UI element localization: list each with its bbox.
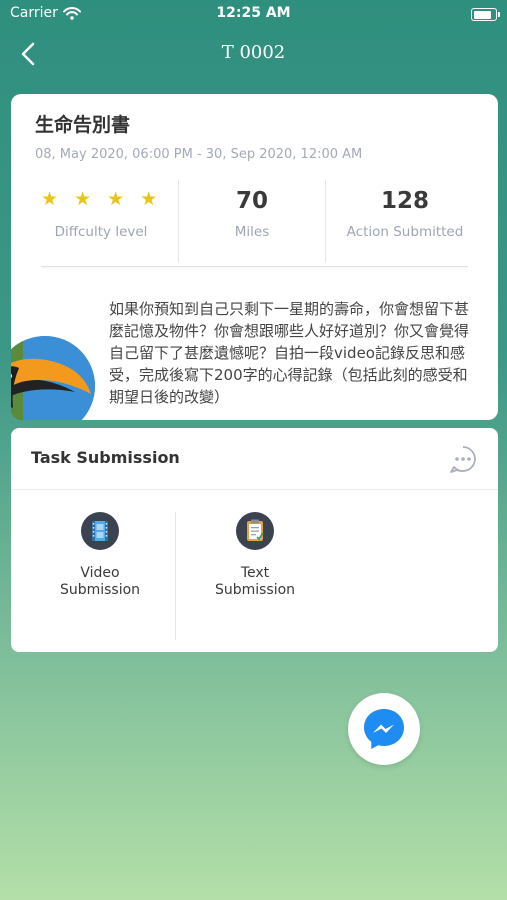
action-submitted-stat: 128 Action Submitted [327, 180, 483, 262]
difficulty-stars: ★ ★ ★ ★ [41, 188, 163, 210]
toucan-icon [11, 336, 95, 420]
stat-divider [325, 180, 326, 262]
action-submitted-value: 128 [380, 188, 429, 214]
messenger-icon [364, 709, 404, 749]
miles-value: 70 [235, 188, 268, 214]
battery-icon [471, 8, 500, 21]
submission-divider [11, 489, 498, 490]
task-date-range: 08, May 2020, 06:00 PM - 30, Sep 2020, 1… [35, 147, 363, 162]
page-title: T 0002 [221, 42, 286, 63]
difficulty-stat: ★ ★ ★ ★ Diffculty level [25, 180, 177, 262]
nav-bar: T 0002 [0, 28, 507, 80]
clipboard-icon-graphic [247, 519, 264, 541]
clipboard-icon [236, 512, 274, 550]
video-submission-button[interactable]: Video Submission [35, 512, 165, 599]
status-bar: Carrier 12:25 AM [0, 0, 507, 28]
messenger-button[interactable] [348, 693, 420, 765]
submission-option-divider [175, 512, 176, 640]
clock: 12:25 AM [216, 5, 291, 21]
comment-button[interactable] [446, 442, 480, 476]
difficulty-label: Diffculty level [54, 224, 148, 240]
task-submission-card: Task Submission Video Submission Text Su… [11, 428, 498, 652]
text-submission-label: Text Submission [214, 565, 296, 598]
task-card: 生命告別書 08, May 2020, 06:00 PM - 30, Sep 2… [11, 94, 498, 420]
film-icon [81, 512, 119, 550]
miles-label: Miles [234, 224, 270, 240]
miles-stat: 70 Miles [179, 180, 325, 262]
task-description: 如果你預知到自己只剩下一星期的壽命，你會想留下甚麼記憶及物件？你會想跟哪些人好好… [109, 300, 470, 406]
film-icon-graphic [92, 521, 108, 541]
text-submission-button[interactable]: Text Submission [190, 512, 320, 599]
action-submitted-label: Action Submitted [346, 224, 464, 240]
video-submission-label: Video Submission [59, 565, 141, 598]
submission-header: Task Submission [31, 448, 180, 467]
chat-bubble-icon [450, 446, 476, 473]
task-title: 生命告別書 [35, 114, 131, 136]
stats-row: ★ ★ ★ ★ Diffculty level 70 Miles 128 Act… [11, 180, 498, 262]
toucan-avatar [11, 336, 95, 420]
battery-fill [473, 10, 491, 19]
card-divider [41, 266, 468, 267]
